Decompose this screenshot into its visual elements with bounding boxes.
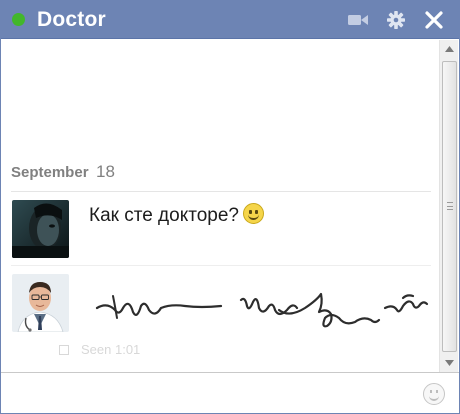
emoji-picker-icon[interactable] — [423, 383, 445, 405]
chat-window: Doctor September 18 Как сте докторе? See… — [0, 0, 460, 414]
sender-avatar[interactable] — [12, 200, 69, 258]
video-camera-icon[interactable] — [346, 9, 370, 31]
scroll-down-arrow-icon[interactable] — [442, 355, 457, 370]
seen-text: Seen 1:01 — [81, 342, 141, 357]
smiley-icon — [243, 203, 264, 224]
message-input[interactable] — [7, 379, 407, 407]
chat-titlebar[interactable]: Doctor — [1, 1, 459, 39]
message-composer — [1, 372, 459, 413]
scrollbar[interactable] — [439, 40, 458, 372]
date-separator: September 18 — [11, 162, 431, 192]
message-divider — [11, 265, 431, 266]
chat-title[interactable]: Doctor — [37, 8, 106, 32]
date-day: 18 — [95, 162, 115, 181]
message-text: Как сте докторе? — [89, 205, 239, 226]
message-bubble: Как сте докторе? — [89, 203, 264, 227]
online-status-icon — [12, 13, 25, 26]
handwritten-message — [95, 292, 429, 328]
message-list[interactable]: September 18 Как сте докторе? Seen 1:01 — [1, 40, 439, 372]
checkmark-icon — [59, 345, 69, 355]
seen-receipt: Seen 1:01 — [59, 342, 140, 357]
scroll-up-arrow-icon[interactable] — [442, 42, 457, 57]
sender-avatar[interactable] — [12, 274, 69, 332]
scrollbar-thumb[interactable] — [442, 61, 457, 352]
gear-icon[interactable] — [384, 9, 408, 31]
close-icon[interactable] — [422, 9, 446, 31]
grip-icon — [447, 202, 453, 210]
date-month: September — [11, 164, 89, 181]
